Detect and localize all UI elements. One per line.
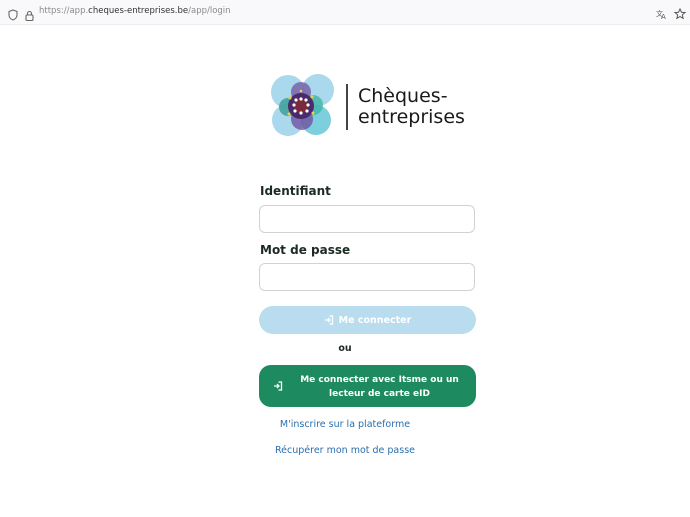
- translate-icon[interactable]: 文A: [656, 5, 668, 24]
- register-link[interactable]: M'inscrire sur la plateforme: [0, 419, 690, 430]
- identifiant-label: Identifiant: [260, 184, 331, 198]
- svg-text:A: A: [661, 13, 666, 20]
- login-button-label: Me connecter: [338, 314, 412, 326]
- browser-toolbar: https://app.cheques-entreprises.be/app/l…: [0, 0, 690, 25]
- recover-password-link[interactable]: Récupérer mon mot de passe: [0, 445, 690, 456]
- itsme-login-button-label: Me connecter avec Itsme ou un lecteur de…: [300, 375, 459, 399]
- bookmark-star-icon[interactable]: [673, 5, 687, 24]
- address-bar[interactable]: https://app.cheques-entreprises.be/app/l…: [39, 6, 231, 16]
- password-input[interactable]: [259, 263, 475, 291]
- url-prefix: https://app.: [39, 6, 89, 16]
- itsme-login-button[interactable]: Me connecter avec Itsme ou un lecteur de…: [259, 365, 476, 407]
- or-separator: ou: [338, 343, 352, 354]
- brand-divider: [346, 84, 348, 130]
- url-domain: cheques-entreprises.be: [88, 6, 189, 16]
- login-button[interactable]: Me connecter: [259, 306, 476, 334]
- brand-name: Chèques- entreprises: [358, 86, 465, 128]
- password-label: Mot de passe: [260, 243, 351, 257]
- brand-name-line2: entreprises: [358, 106, 465, 128]
- sign-in-icon: [324, 315, 333, 325]
- brand-logo: [268, 72, 338, 140]
- shield-icon[interactable]: [8, 6, 18, 25]
- identifiant-input[interactable]: [259, 205, 475, 233]
- url-path: /app/login: [188, 6, 231, 16]
- lock-icon[interactable]: [25, 6, 34, 25]
- brand-name-line1: Chèques-: [358, 85, 448, 107]
- sign-in-icon: [274, 381, 283, 391]
